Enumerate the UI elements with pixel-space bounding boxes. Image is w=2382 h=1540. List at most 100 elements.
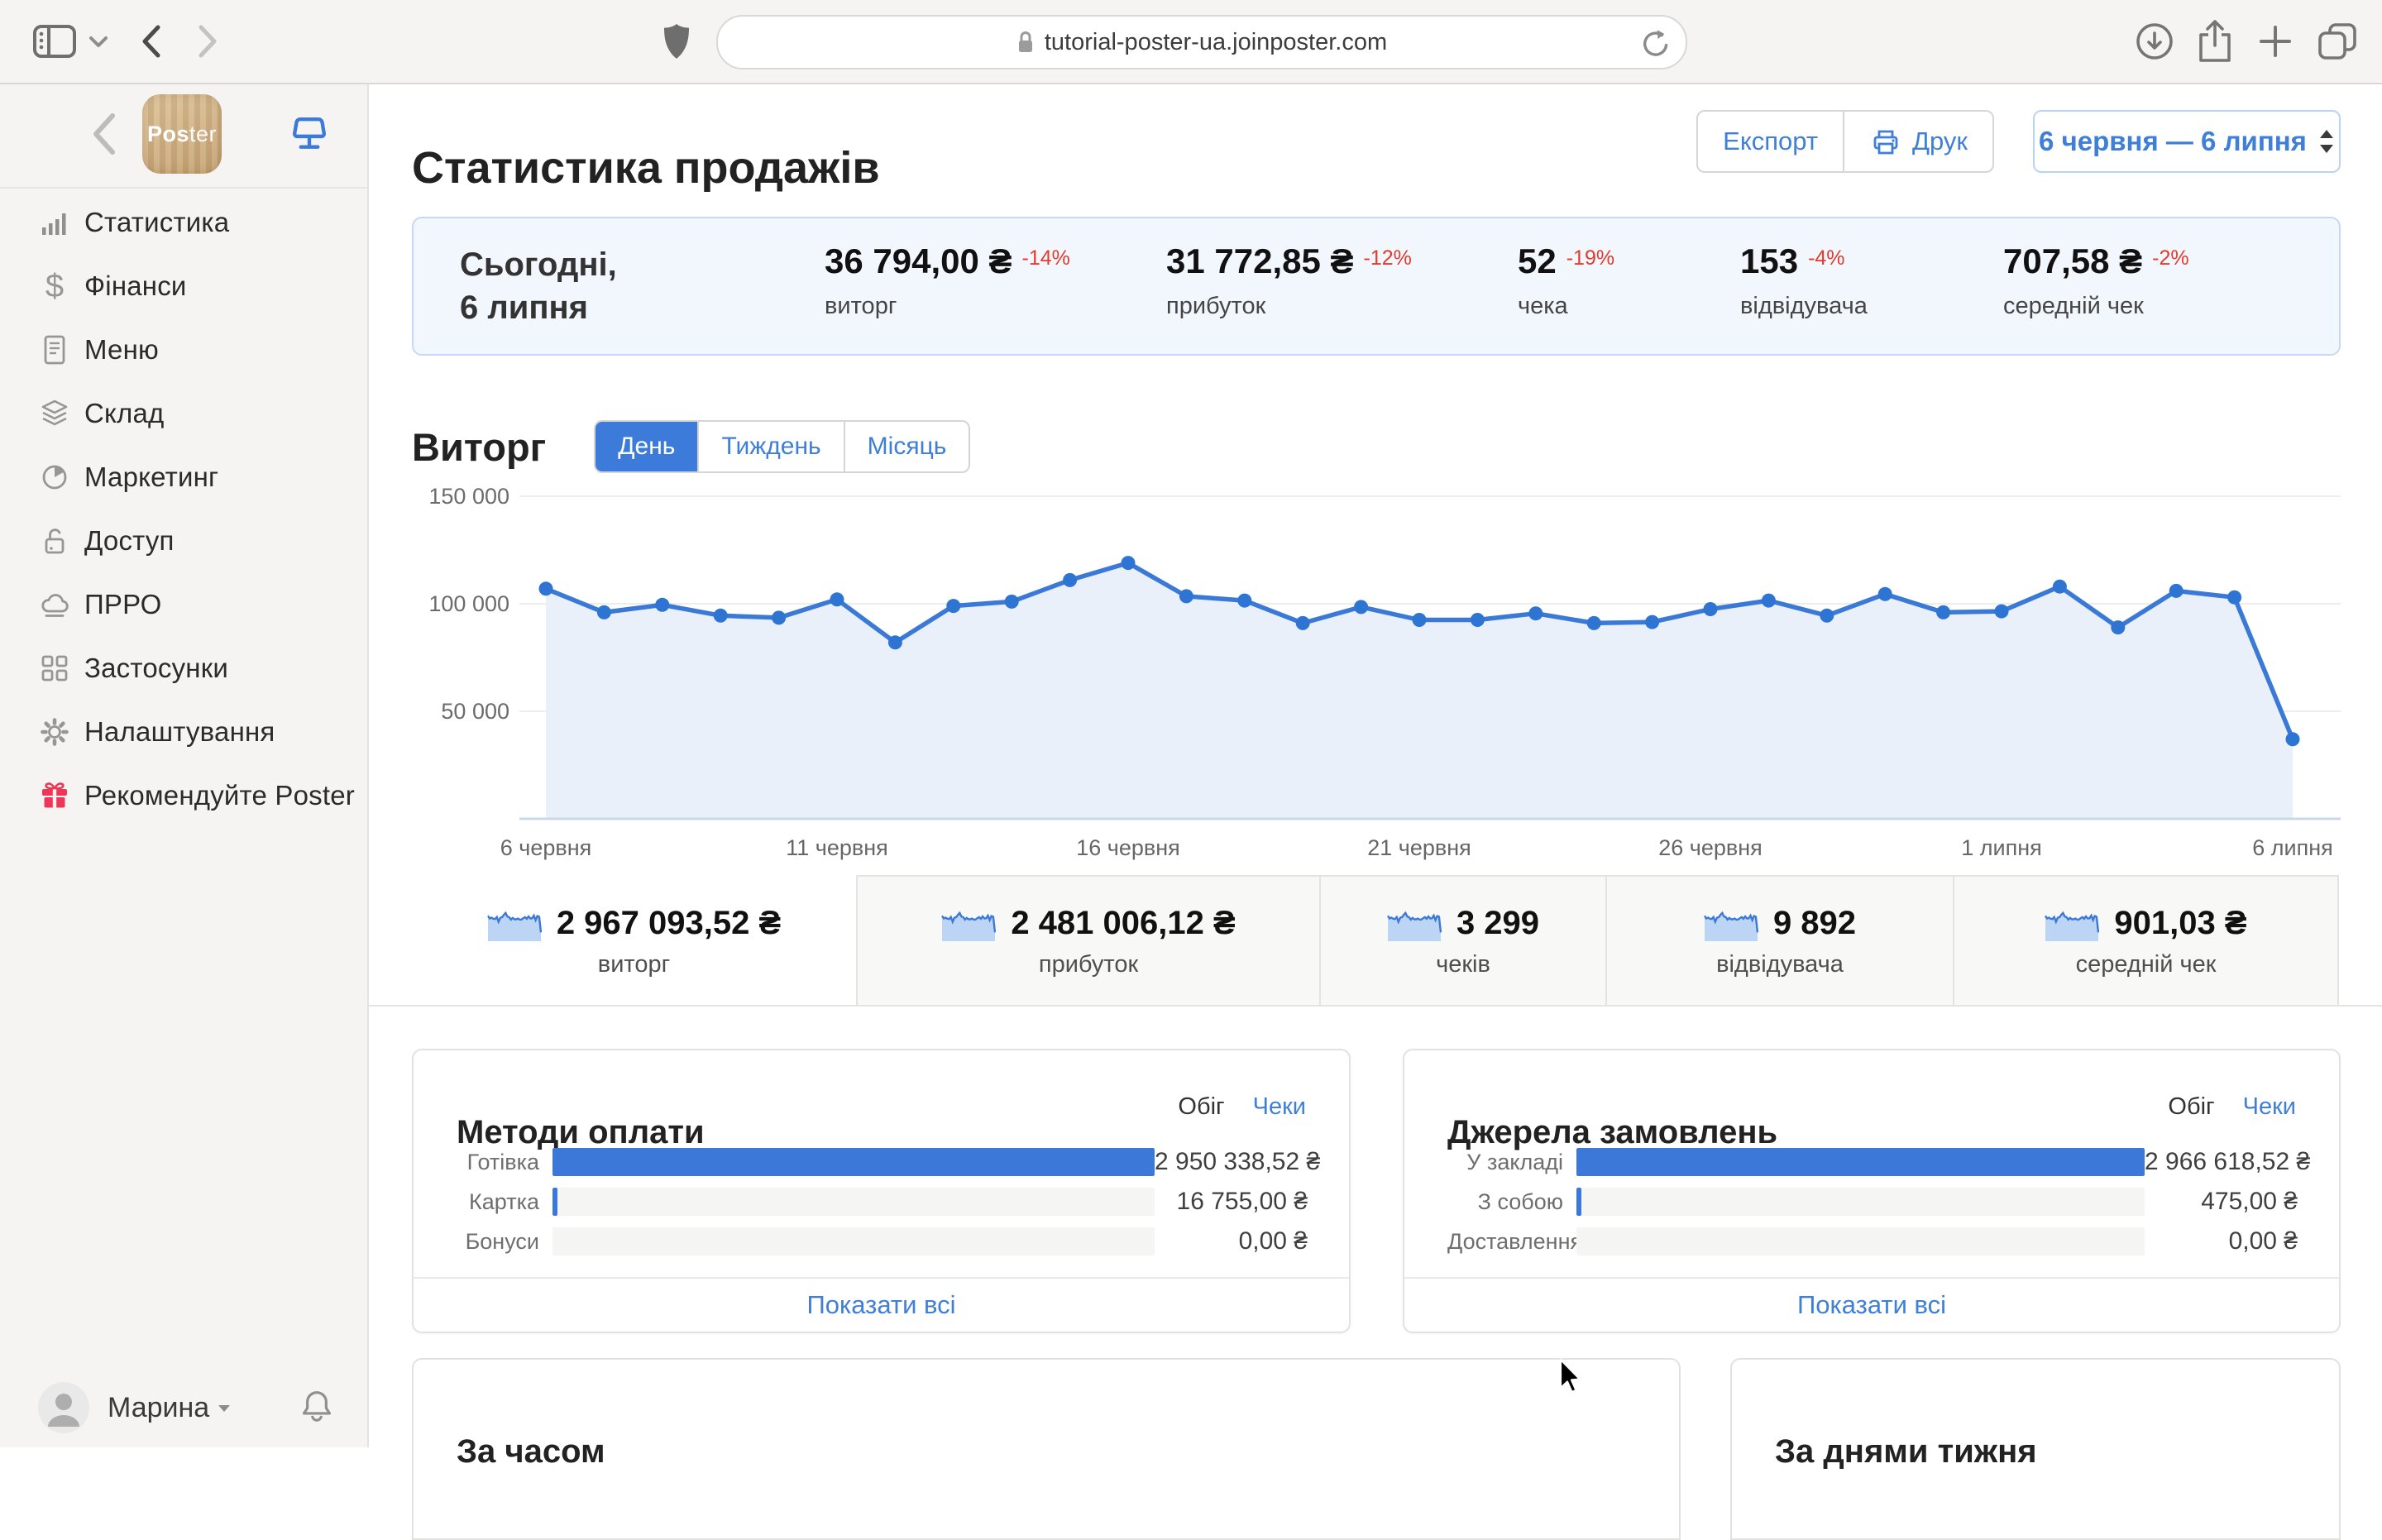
layers-icon [36, 397, 73, 430]
chevron-down-icon[interactable] [86, 0, 111, 83]
today-stat-value: 31 772,85 ₴-12% [1166, 242, 1412, 281]
metric-cell-виторг[interactable]: 2 967 093,52 ₴ виторг [412, 875, 856, 1005]
sidebar-item-prro[interactable]: ПРРО [0, 572, 367, 636]
bar-row-З-собою: З собою 475,00 ₴ [1447, 1188, 2298, 1216]
sidebar-item-stock[interactable]: Склад [0, 381, 367, 445]
toggle-receipts[interactable]: Чеки [1253, 1093, 1306, 1120]
download-icon[interactable] [2134, 0, 2175, 83]
sidebar-item-label: Рекомендуйте Poster [84, 780, 355, 811]
tab-month[interactable]: Місяць [844, 422, 969, 471]
metric-cell-top: 2 967 093,52 ₴ [487, 903, 781, 943]
metric-value: 2 481 006,12 ₴ [1011, 905, 1235, 942]
sidebar-menu: Статистика $ Фінанси Меню Склад Маркетин… [0, 189, 367, 827]
gift-icon [36, 779, 73, 812]
revenue-title: Виторг [412, 424, 546, 470]
order-sources-title: Джерела замовлень [1447, 1114, 1777, 1151]
today-stat-label: середній чек [2003, 293, 2189, 320]
bar-row-value: 0,00 ₴ [2145, 1227, 2298, 1255]
export-button[interactable]: Експорт [1698, 112, 1843, 171]
sidebar-item-settings[interactable]: Налаштування [0, 700, 367, 763]
today-stat: 153-4% відвідувача [1740, 242, 1868, 320]
bar-track [552, 1227, 1155, 1255]
sidebar-item-statistics[interactable]: Статистика [0, 190, 367, 254]
poster-logo[interactable]: Poster [142, 94, 222, 174]
today-stat-value: 52-19% [1518, 242, 1614, 281]
stepper-arrows-icon [2318, 128, 2335, 155]
sidebar-item-recommend[interactable]: Рекомендуйте Poster [0, 763, 367, 827]
logo-text-light: ter [189, 122, 217, 146]
today-stat-delta: -12% [1364, 246, 1412, 270]
address-bar[interactable]: tutorial-poster-ua.joinposter.com [716, 15, 1687, 69]
print-button[interactable]: Друк [1843, 112, 1992, 171]
bar-fill [552, 1188, 557, 1216]
today-stat-label: відвідувача [1740, 293, 1868, 320]
share-icon[interactable] [2194, 0, 2236, 83]
back-icon[interactable] [134, 0, 167, 83]
toggle-turnover[interactable]: Обіг [2168, 1093, 2214, 1120]
tab-week[interactable]: Тиждень [697, 422, 843, 471]
today-stat: 36 794,00 ₴-14% виторг [825, 242, 1070, 320]
today-stat-label: прибуток [1166, 293, 1412, 320]
collapse-sidebar-icon[interactable] [89, 108, 117, 160]
sidebar-item-finance[interactable]: $ Фінанси [0, 254, 367, 318]
metrics-strip: 2 967 093,52 ₴ виторг 2 481 006,12 ₴ при… [412, 875, 2341, 1005]
print-label: Друк [1912, 127, 1968, 156]
bar-row-Бонуси: Бонуси 0,00 ₴ [457, 1227, 1308, 1255]
lock-open-icon [36, 524, 73, 557]
bar-fill [1576, 1188, 1581, 1216]
bar-track [1576, 1148, 2145, 1176]
today-stat-value: 36 794,00 ₴-14% [825, 242, 1070, 281]
new-tab-icon[interactable] [2256, 0, 2294, 83]
sidebar-toggle-icon[interactable] [31, 0, 78, 83]
user-menu[interactable]: Марина [0, 1376, 367, 1439]
today-stat-delta: -14% [1022, 246, 1070, 270]
today-title: Сьогодні, 6 липня [460, 243, 617, 329]
sidebar-item-access[interactable]: Доступ [0, 509, 367, 572]
shield-icon[interactable] [658, 0, 695, 83]
svg-text:1 липня: 1 липня [1961, 835, 2042, 860]
bar-row-label: Картка [457, 1189, 552, 1215]
page-title: Статистика продажів [412, 142, 880, 194]
today-stat-delta: -19% [1566, 246, 1614, 270]
forward-icon[interactable] [192, 0, 225, 83]
bar-row-value: 2 966 618,52 ₴ [2145, 1148, 2298, 1176]
payment-methods-card: Методи оплати Обіг Чеки Готівка 2 950 33… [412, 1049, 1351, 1333]
bar-fill [1576, 1148, 2145, 1176]
metric-cell-прибуток[interactable]: 2 481 006,12 ₴ прибуток [856, 875, 1319, 1005]
metric-value: 3 299 [1456, 905, 1539, 942]
grid-icon [36, 652, 73, 685]
payment-methods-show-all[interactable]: Показати всі [414, 1277, 1349, 1332]
svg-text:6 червня: 6 червня [500, 835, 592, 860]
reload-icon[interactable] [1639, 28, 1669, 60]
order-sources-show-all[interactable]: Показати всі [1404, 1277, 2339, 1332]
notifications-bell-icon[interactable] [298, 1388, 336, 1429]
sidebar-item-label: Статистика [84, 207, 229, 238]
bar-row-value: 16 755,00 ₴ [1155, 1188, 1308, 1216]
date-range-selector[interactable]: 6 червня — 6 липня [2033, 110, 2341, 173]
svg-text:16 червня: 16 червня [1076, 835, 1180, 860]
metric-cell-відвідувача[interactable]: 9 892 відвідувача [1605, 875, 1953, 1005]
terminal-icon[interactable] [286, 112, 332, 155]
metric-cell-середній-чек[interactable]: 901,03 ₴ середній чек [1953, 875, 2339, 1005]
metric-label: прибуток [1039, 951, 1138, 978]
tab-day[interactable]: День [596, 422, 697, 471]
today-stat: 31 772,85 ₴-12% прибуток [1166, 242, 1412, 320]
today-summary-card: Сьогодні, 6 липня 36 794,00 ₴-14% виторг… [412, 217, 2341, 356]
mouse-cursor [1558, 1358, 1591, 1396]
sidebar-item-apps[interactable]: Застосунки [0, 636, 367, 700]
metric-label: чеків [1436, 951, 1490, 978]
today-stat-delta: -4% [1808, 246, 1844, 270]
sidebar-item-menu[interactable]: Меню [0, 318, 367, 381]
revenue-chart: 50 000100 000150 0006 червня11 червня16 … [412, 480, 2341, 860]
metric-cell-чеків[interactable]: 3 299 чеків [1319, 875, 1605, 1005]
logo-text-bold: Pos [147, 122, 189, 146]
toggle-receipts[interactable]: Чеки [2243, 1093, 2296, 1120]
toggle-turnover[interactable]: Обіг [1178, 1093, 1224, 1120]
metric-cell-top: 3 299 [1387, 903, 1539, 943]
bar-track [1576, 1227, 2145, 1255]
tabs-overview-icon[interactable] [2316, 0, 2359, 83]
sidebar-item-marketing[interactable]: Маркетинг [0, 445, 367, 509]
by-weekday-title: За днями тижня [1775, 1433, 2037, 1471]
svg-text:50 000: 50 000 [441, 699, 509, 724]
sidebar-item-label: Меню [84, 334, 159, 366]
